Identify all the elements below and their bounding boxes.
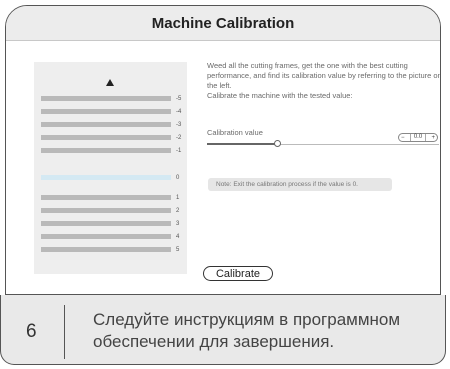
reference-bar bbox=[41, 175, 171, 180]
reference-bar-label: 5 bbox=[176, 246, 180, 253]
calibration-value-label: Calibration value bbox=[207, 128, 263, 137]
step-divider bbox=[64, 305, 65, 359]
reference-bar-label: -5 bbox=[176, 95, 182, 102]
reference-bar bbox=[41, 135, 171, 140]
reference-bar-label: -1 bbox=[176, 147, 182, 154]
reference-bar bbox=[41, 96, 171, 101]
reference-bar bbox=[41, 122, 171, 127]
reference-bar bbox=[41, 109, 171, 114]
calibration-reference-picture: -5 -4 -3 -2 -1 0 1 2 3 4 5 bbox=[34, 62, 187, 274]
reference-bar bbox=[41, 234, 171, 239]
reference-bar-label: -4 bbox=[176, 108, 182, 115]
increment-button[interactable]: + bbox=[431, 135, 435, 141]
reference-bar bbox=[41, 208, 171, 213]
step-number: 6 bbox=[26, 321, 37, 342]
calibration-value-field[interactable]: 0.0 bbox=[409, 134, 427, 141]
note-box: Note: Exit the calibration process if th… bbox=[208, 178, 392, 191]
reference-bar-label: 1 bbox=[176, 194, 180, 201]
calibrate-button[interactable]: Calibrate bbox=[203, 266, 273, 281]
reference-bar-label: -3 bbox=[176, 121, 182, 128]
calibration-slider[interactable] bbox=[207, 140, 439, 147]
reference-bar bbox=[41, 247, 171, 252]
instructions-paragraph: Weed all the cutting frames, get the one… bbox=[207, 61, 441, 90]
slider-fill bbox=[207, 143, 277, 145]
reference-bar-label: 3 bbox=[176, 220, 180, 227]
reference-bar-label: 2 bbox=[176, 207, 180, 214]
dialog-title: Machine Calibration bbox=[6, 6, 440, 41]
instructions-line: Calibrate the machine with the tested va… bbox=[207, 91, 353, 100]
calibration-dialog: Machine Calibration -5 -4 -3 -2 -1 0 1 2 3 4 5 Wee… bbox=[5, 5, 441, 295]
instruction-step: 6 Следуйте инструкциям в программном обе… bbox=[0, 295, 446, 365]
reference-bar bbox=[41, 221, 171, 226]
slider-handle[interactable] bbox=[273, 140, 281, 147]
reference-bar-label: 4 bbox=[176, 233, 180, 240]
step-text: Следуйте инструкциям в программном обесп… bbox=[93, 310, 401, 351]
decrement-button[interactable]: − bbox=[401, 135, 405, 141]
calibration-value-stepper[interactable]: − 0.0 + bbox=[398, 133, 438, 142]
reference-bar-label: 0 bbox=[176, 174, 180, 181]
reference-bar bbox=[41, 195, 171, 200]
reference-bar bbox=[41, 148, 171, 153]
triangle-up-icon bbox=[106, 79, 114, 86]
instructions-text: Weed all the cutting frames, get the one… bbox=[207, 61, 441, 101]
reference-bar-label: -2 bbox=[176, 134, 182, 141]
